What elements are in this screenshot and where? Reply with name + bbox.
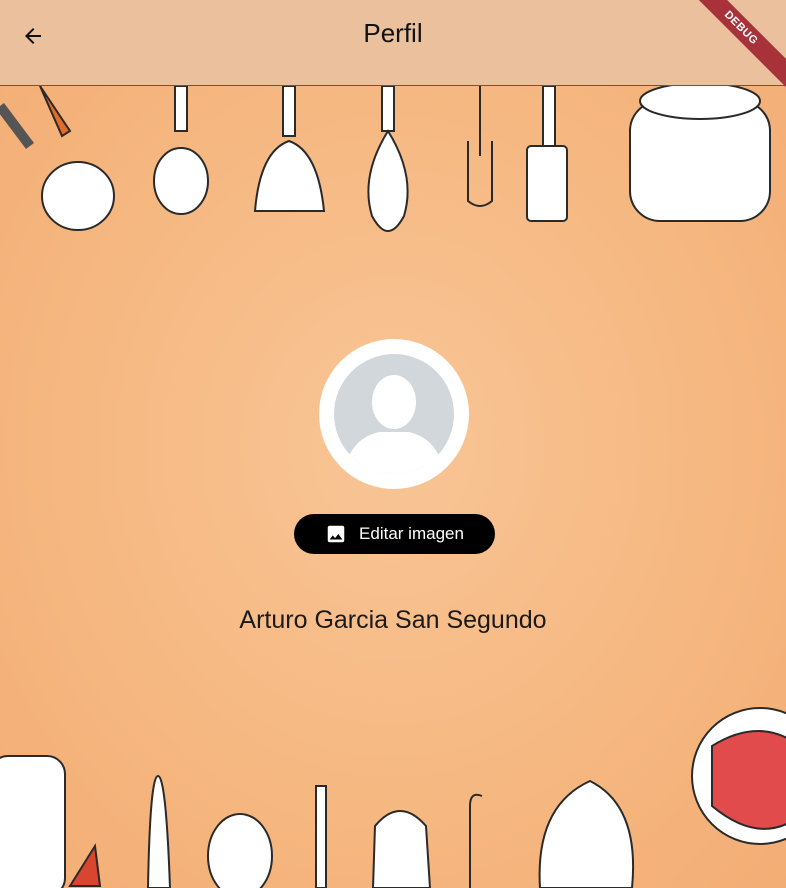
- person-placeholder-icon: [344, 375, 444, 474]
- app-bar: Perfil: [0, 0, 786, 86]
- image-icon: [327, 525, 345, 543]
- avatar: [319, 339, 469, 489]
- user-name: Arturo Garcia San Segundo: [239, 606, 547, 634]
- edit-image-label: Editar imagen: [359, 524, 464, 543]
- edit-image-button[interactable]: Editar imagen: [294, 514, 495, 554]
- page-title: Perfil: [363, 18, 423, 48]
